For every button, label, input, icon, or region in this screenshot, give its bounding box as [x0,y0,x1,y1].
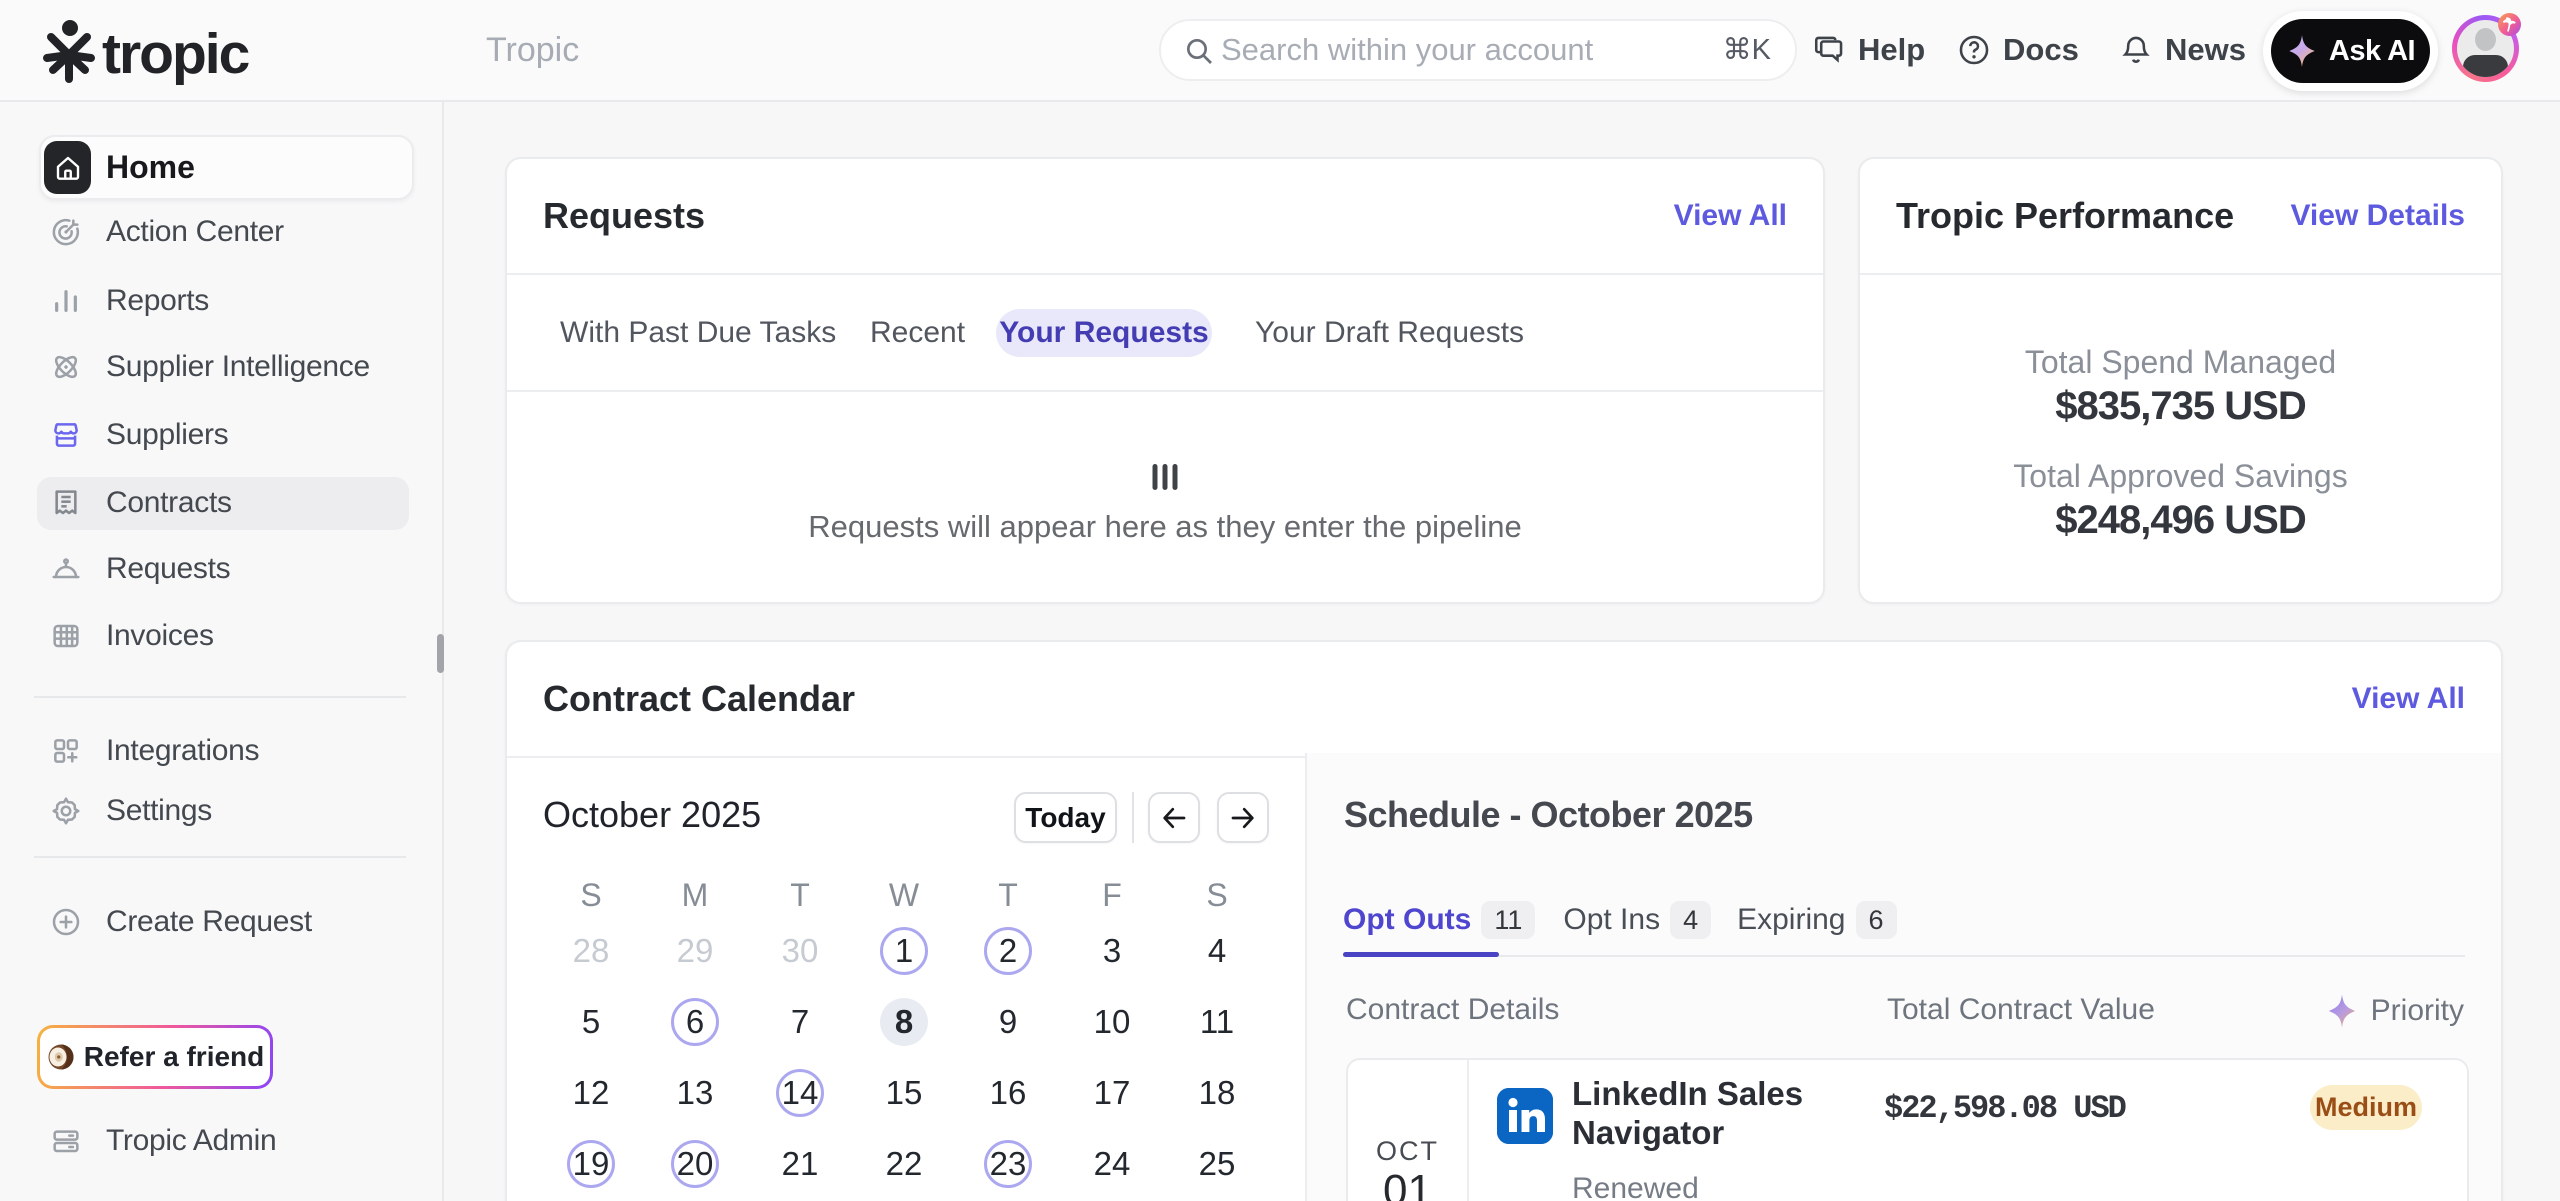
svg-text:tropic: tropic [102,22,250,86]
